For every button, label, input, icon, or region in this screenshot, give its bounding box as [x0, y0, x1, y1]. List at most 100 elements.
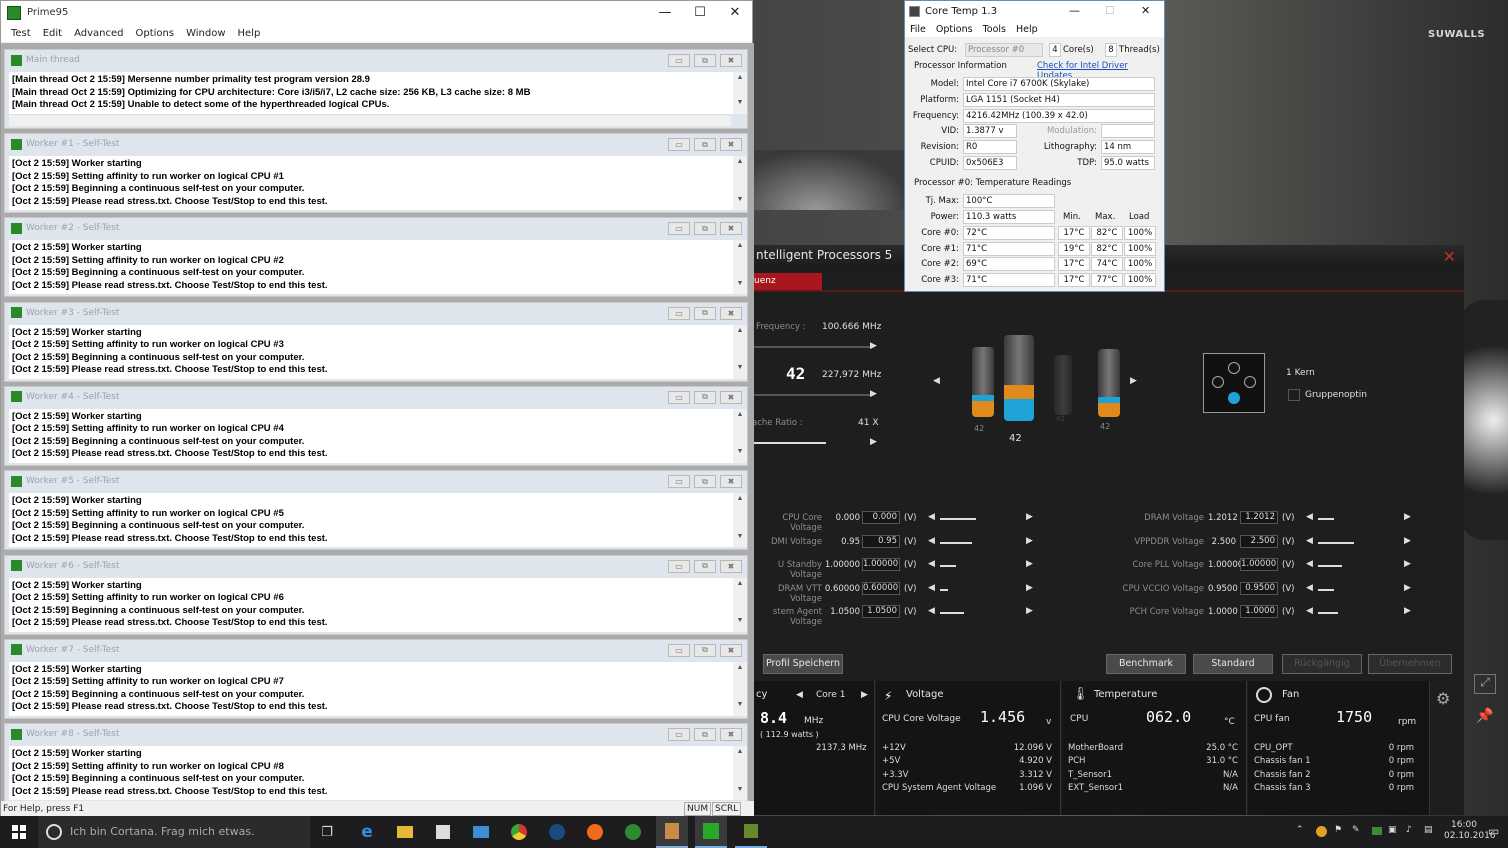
voltage-input[interactable]: 0.000	[862, 511, 900, 524]
menu-test[interactable]: Test	[5, 28, 37, 39]
arrow-right-icon[interactable]: ▶	[861, 690, 868, 700]
voltage-input[interactable]: 1.00000	[1240, 558, 1278, 572]
minimize-icon[interactable]: —	[1069, 4, 1080, 17]
pin-icon[interactable]: 📌	[1474, 708, 1496, 730]
arrow-right-icon[interactable]: ▶	[870, 389, 877, 399]
voltage-slider[interactable]	[940, 612, 964, 615]
close-icon[interactable]: ✕	[1141, 4, 1150, 17]
close-icon[interactable]: ✖	[720, 475, 742, 489]
tray-icon[interactable]: ⚑	[1334, 825, 1342, 835]
network-icon[interactable]: ▣	[1388, 825, 1397, 835]
frequency-slider[interactable]	[752, 346, 870, 348]
store-icon[interactable]	[432, 816, 454, 848]
core-tube-1[interactable]	[972, 347, 994, 417]
voltage-slider[interactable]	[940, 588, 948, 591]
vertical-scrollbar[interactable]: ▲ ▼	[733, 240, 747, 295]
minimize-icon[interactable]: ▭	[668, 728, 690, 742]
arrow-right-icon[interactable]: ▶	[1130, 376, 1137, 386]
restore-icon[interactable]: ⧉	[694, 728, 716, 742]
cpu-select-dropdown[interactable]: Processor #0	[965, 43, 1043, 57]
core-tube-2[interactable]	[1004, 335, 1034, 421]
arrow-right-icon[interactable]: ▶	[1404, 583, 1411, 593]
voltage-input[interactable]: 0.9500	[1240, 581, 1278, 595]
tray-app-icon[interactable]	[1316, 826, 1327, 837]
arrow-left-icon[interactable]: ◀	[1306, 536, 1313, 546]
main-thread-window[interactable]: Main thread ▭ ⧉ ✖ [Main thread Oct 2 15:…	[4, 49, 748, 129]
close-icon[interactable]: ✕	[1443, 247, 1456, 266]
voltage-slider[interactable]	[1318, 541, 1354, 544]
taskbar-app[interactable]	[735, 816, 767, 848]
arrow-left-icon[interactable]: ◀	[928, 536, 935, 546]
save-profile-button[interactable]: Profil Speichern	[763, 654, 843, 674]
voltage-input[interactable]: 1.0000	[1240, 605, 1278, 619]
close-icon[interactable]: ✕	[717, 1, 753, 24]
voltage-slider[interactable]	[940, 541, 972, 544]
close-icon[interactable]: ✖	[720, 728, 742, 742]
worker-window[interactable]: Worker #3 - Self-Test ▭ ⧉ ✖ [Oct 2 15:59] …	[4, 301, 748, 382]
close-icon[interactable]: ✖	[720, 559, 742, 573]
arrow-left-icon[interactable]: ◀	[1306, 512, 1313, 522]
arrow-left-icon[interactable]: ◀	[1306, 559, 1313, 569]
minimize-icon[interactable]: ▭	[668, 643, 690, 657]
minimize-icon[interactable]: ▭	[668, 138, 690, 151]
voltage-input[interactable]: 0.95	[862, 534, 900, 548]
volume-icon[interactable]: ♪	[1406, 825, 1412, 835]
arrow-right-icon[interactable]: ▶	[1026, 512, 1033, 522]
gear-icon[interactable]: ⚙	[1436, 689, 1450, 708]
ratio-slider[interactable]	[752, 394, 870, 396]
arrow-right-icon[interactable]: ▶	[1404, 606, 1411, 616]
arrow-right-icon[interactable]: ▶	[1026, 536, 1033, 546]
restore-icon[interactable]: ⧉	[694, 475, 716, 489]
minimize-icon[interactable]: —	[647, 1, 683, 24]
restore-icon[interactable]: ⧉	[694, 643, 716, 657]
close-icon[interactable]: ✖	[720, 138, 742, 151]
chevron-up-icon[interactable]: ⌃	[1296, 825, 1304, 835]
voltage-input[interactable]: 0.60000	[862, 581, 900, 595]
close-icon[interactable]: ✖	[720, 390, 742, 404]
minimize-icon[interactable]: ▭	[668, 475, 690, 489]
worker-window[interactable]: Worker #8 - Self-Test ▭ ⧉ ✖ [Oct 2 15:59] …	[4, 723, 748, 804]
arrow-left-icon[interactable]: ◀	[928, 559, 935, 569]
edge-icon[interactable]: e	[356, 816, 378, 848]
restore-icon[interactable]: ⧉	[694, 222, 716, 236]
arrow-left-icon[interactable]: ◀	[796, 690, 803, 700]
arrow-left-icon[interactable]: ◀	[933, 376, 940, 386]
voltage-slider[interactable]	[1318, 588, 1334, 591]
voltage-slider[interactable]	[1318, 518, 1334, 520]
minimize-icon[interactable]: ▭	[668, 222, 690, 236]
worker-window[interactable]: Worker #4 - Self-Test ▭ ⧉ ✖ [Oct 2 15:59] …	[4, 385, 748, 466]
close-icon[interactable]: ✖	[720, 643, 742, 657]
voltage-slider[interactable]	[1318, 612, 1338, 615]
windows-start-icon[interactable]	[6, 816, 32, 848]
tray-icon[interactable]: ✎	[1352, 825, 1360, 835]
menu-options[interactable]: Options	[129, 28, 180, 39]
restore-icon[interactable]: ⧉	[694, 306, 716, 320]
voltage-input[interactable]: 1.2012	[1240, 511, 1278, 524]
minimize-icon[interactable]: ▭	[668, 306, 690, 320]
taskbar-ai-suite[interactable]	[656, 816, 688, 848]
menu-options[interactable]: Options	[931, 24, 978, 35]
arrow-right-icon[interactable]: ▶	[870, 437, 877, 447]
maximize-icon[interactable]: ☐	[1105, 4, 1115, 17]
voltage-slider[interactable]	[940, 518, 976, 520]
menu-advanced[interactable]: Advanced	[68, 28, 129, 39]
file-explorer-icon[interactable]	[394, 816, 416, 848]
arrow-right-icon[interactable]: ▶	[1404, 536, 1411, 546]
expand-icon[interactable]: ⤢	[1474, 674, 1496, 694]
restore-icon[interactable]: ⧉	[694, 138, 716, 151]
photos-icon[interactable]	[470, 816, 492, 848]
chrome-icon[interactable]	[508, 816, 530, 848]
taskbar-prime95[interactable]	[695, 816, 727, 848]
voltage-input[interactable]: 1.0500	[862, 605, 900, 619]
worker-window[interactable]: Worker #5 - Self-Test ▭ ⧉ ✖ [Oct 2 15:59] …	[4, 470, 748, 551]
arrow-right-icon[interactable]: ▶	[1404, 512, 1411, 522]
vertical-scrollbar[interactable]: ▲ ▼	[733, 493, 747, 548]
arrow-right-icon[interactable]: ▶	[870, 341, 877, 351]
menu-window[interactable]: Window	[180, 28, 231, 39]
core-mode-selector[interactable]	[1203, 353, 1265, 413]
menu-edit[interactable]: Edit	[37, 28, 68, 39]
clock[interactable]: 16:00 02.10.2016	[1444, 820, 1496, 842]
menu-file[interactable]: File	[905, 24, 931, 35]
minimize-icon[interactable]: ▭	[668, 390, 690, 404]
arrow-right-icon[interactable]: ▶	[1026, 559, 1033, 569]
